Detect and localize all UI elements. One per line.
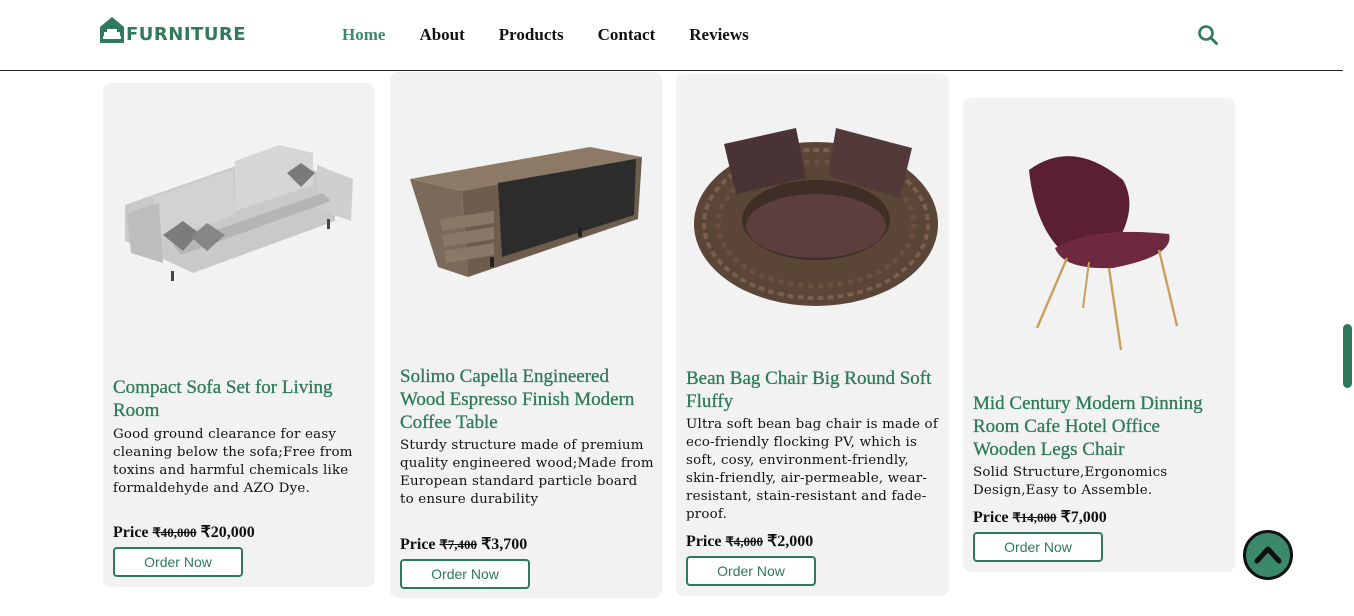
product-title: Bean Bag Chair Big Round Soft Fluffy: [686, 368, 932, 412]
old-price: ₹40,000: [152, 525, 197, 540]
product-description: Good ground clearance for easy cleaning …: [113, 427, 353, 496]
new-price: ₹3,700: [481, 536, 528, 553]
logo[interactable]: FURNITURE: [99, 16, 246, 44]
search-icon[interactable]: [1197, 24, 1219, 46]
scrollbar-thumb[interactable]: [1343, 324, 1352, 388]
product-price: Price ₹4,000 ₹2,000: [686, 531, 813, 551]
product-title: Compact Sofa Set for Living Room: [113, 377, 333, 421]
product-price: Price ₹14,000 ₹7,000: [973, 507, 1107, 527]
main-nav: Home About Products Contact Reviews: [342, 24, 783, 46]
chevron-up-icon: [1254, 546, 1282, 564]
nav-about[interactable]: About: [419, 24, 464, 46]
scroll-to-top-button[interactable]: [1243, 530, 1293, 580]
old-price: ₹14,000: [1012, 510, 1057, 525]
price-label: Price: [400, 536, 436, 553]
scrollbar-track[interactable]: [1343, 0, 1354, 616]
product-title: Solimo Capella Engineered Wood Espresso …: [400, 366, 635, 433]
price-label: Price: [973, 509, 1009, 526]
order-now-button[interactable]: Order Now: [113, 547, 243, 577]
product-description: Ultra soft bean bag chair is made of eco…: [686, 417, 938, 522]
product-title: Mid Century Modern Dinning Room Cafe Hot…: [973, 393, 1203, 460]
product-image-grey-sofa: [125, 145, 353, 281]
site-header: FURNITURE Home About Products Contact Re…: [0, 0, 1343, 71]
old-price: ₹4,000: [725, 534, 764, 549]
product-image-wood-coffee-table: [410, 147, 642, 277]
old-price: ₹7,400: [439, 537, 478, 552]
house-logo-icon: [100, 17, 124, 43]
product-card: Bean Bag Chair Big Round Soft Fluffy Ult…: [676, 74, 949, 596]
new-price: ₹2,000: [767, 533, 814, 550]
product-card: Compact Sofa Set for Living Room Good gr…: [103, 83, 375, 587]
order-now-button[interactable]: Order Now: [973, 532, 1103, 562]
new-price: ₹7,000: [1060, 509, 1107, 526]
order-now-button[interactable]: Order Now: [686, 556, 816, 586]
nav-products[interactable]: Products: [499, 24, 564, 46]
product-description: Sturdy structure made of premium quality…: [400, 438, 654, 507]
product-image-velvet-chair: [1029, 156, 1179, 351]
nav-reviews[interactable]: Reviews: [689, 24, 748, 46]
nav-home[interactable]: Home: [342, 24, 385, 46]
logo-text: FURNITURE: [126, 24, 247, 45]
nav-contact[interactable]: Contact: [598, 24, 656, 46]
product-card: Solimo Capella Engineered Wood Espresso …: [390, 72, 662, 598]
price-label: Price: [686, 533, 722, 550]
product-card: Mid Century Modern Dinning Room Cafe Hot…: [963, 98, 1235, 572]
product-image-wicker-round-chair: [694, 128, 938, 306]
product-description: Solid Structure,Ergonomics Design,Easy t…: [973, 465, 1168, 498]
product-price: Price ₹40,000 ₹20,000: [113, 522, 255, 542]
product-price: Price ₹7,400 ₹3,700: [400, 534, 527, 554]
order-now-button[interactable]: Order Now: [400, 559, 530, 589]
price-label: Price: [113, 524, 149, 541]
new-price: ₹20,000: [200, 524, 255, 541]
